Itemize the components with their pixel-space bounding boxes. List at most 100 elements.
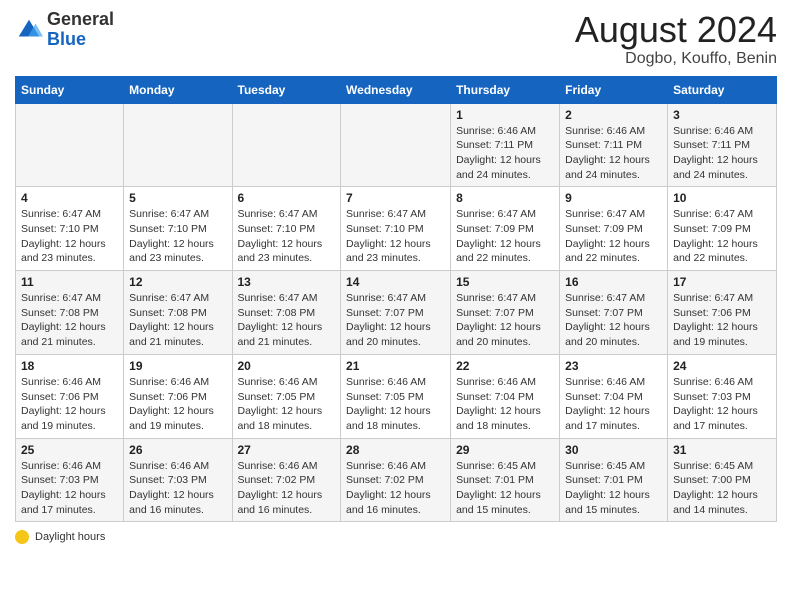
calendar-cell: 6Sunrise: 6:47 AM Sunset: 7:10 PM Daylig… <box>232 187 341 271</box>
calendar-cell <box>16 103 124 187</box>
day-detail: Sunrise: 6:47 AM Sunset: 7:09 PM Dayligh… <box>456 207 554 266</box>
day-number: 17 <box>673 275 771 289</box>
day-number: 24 <box>673 359 771 373</box>
calendar-week-row: 11 Sunrise: 6:47 AM Sunset: 7:08 PM Dayli… <box>16 271 777 355</box>
calendar-cell <box>124 103 232 187</box>
day-number: 4 <box>21 191 118 205</box>
day-detail: Sunrise: 6:46 AM Sunset: 7:03 PM Dayligh… <box>673 375 771 434</box>
day-number: 23 <box>565 359 662 373</box>
day-detail: Sunrise: 6:47 AM Sunset: 7:10 PM Dayligh… <box>129 207 226 266</box>
title-block: August 2024 Dogbo, Kouffo, Benin <box>575 10 777 68</box>
day-number: 28 <box>346 443 445 457</box>
column-header-sunday: Sunday <box>16 76 124 103</box>
calendar-cell: 17Sunrise: 6:47 AM Sunset: 7:06 PM Dayli… <box>668 271 777 355</box>
day-detail: Sunrise: 6:46 AM Sunset: 7:06 PM Dayligh… <box>129 375 226 434</box>
month-year-title: August 2024 <box>575 10 777 50</box>
day-detail: Sunrise: 6:47 AM Sunset: 7:09 PM Dayligh… <box>565 207 662 266</box>
day-number: 3 <box>673 108 771 122</box>
day-number: 22 <box>456 359 554 373</box>
calendar-cell: 23Sunrise: 6:46 AM Sunset: 7:04 PM Dayli… <box>560 354 668 438</box>
calendar-cell: 25 Sunrise: 6:46 AM Sunset: 7:03 PM Dayli… <box>16 438 124 522</box>
calendar-cell: 12Sunrise: 6:47 AM Sunset: 7:08 PM Dayli… <box>124 271 232 355</box>
calendar-cell: 9 Sunrise: 6:47 AM Sunset: 7:09 PM Daylig… <box>560 187 668 271</box>
day-number: 19 <box>129 359 226 373</box>
calendar-cell: 13 Sunrise: 6:47 AM Sunset: 7:08 PM Dayli… <box>232 271 341 355</box>
calendar-cell: 5Sunrise: 6:47 AM Sunset: 7:10 PM Daylig… <box>124 187 232 271</box>
day-detail: Sunrise: 6:47 AM Sunset: 7:08 PM Dayligh… <box>238 291 336 350</box>
day-detail: Sunrise: 6:47 AM Sunset: 7:07 PM Dayligh… <box>346 291 445 350</box>
legend: Daylight hours <box>15 530 777 544</box>
day-number: 21 <box>346 359 445 373</box>
day-number: 2 <box>565 108 662 122</box>
day-detail: Sunrise: 6:45 AM Sunset: 7:01 PM Dayligh… <box>456 459 554 518</box>
calendar-cell: 3 Sunrise: 6:46 AM Sunset: 7:11 PM Daylig… <box>668 103 777 187</box>
day-detail: Sunrise: 6:46 AM Sunset: 7:06 PM Dayligh… <box>21 375 118 434</box>
calendar-cell: 10 Sunrise: 6:47 AM Sunset: 7:09 PM Dayli… <box>668 187 777 271</box>
day-number: 20 <box>238 359 336 373</box>
day-number: 25 <box>21 443 118 457</box>
day-number: 15 <box>456 275 554 289</box>
day-number: 18 <box>21 359 118 373</box>
column-header-monday: Monday <box>124 76 232 103</box>
day-detail: Sunrise: 6:47 AM Sunset: 7:10 PM Dayligh… <box>238 207 336 266</box>
calendar-cell: 29 Sunrise: 6:45 AM Sunset: 7:01 PM Dayli… <box>451 438 560 522</box>
calendar-cell: 22 Sunrise: 6:46 AM Sunset: 7:04 PM Dayli… <box>451 354 560 438</box>
calendar-cell: 1 Sunrise: 6:46 AM Sunset: 7:11 PM Daylig… <box>451 103 560 187</box>
calendar-cell: 31 Sunrise: 6:45 AM Sunset: 7:00 PM Dayli… <box>668 438 777 522</box>
day-number: 13 <box>238 275 336 289</box>
day-number: 8 <box>456 191 554 205</box>
calendar-table: SundayMondayTuesdayWednesdayThursdayFrid… <box>15 76 777 523</box>
calendar-week-row: 25 Sunrise: 6:46 AM Sunset: 7:03 PM Dayli… <box>16 438 777 522</box>
calendar-cell: 24 Sunrise: 6:46 AM Sunset: 7:03 PM Dayli… <box>668 354 777 438</box>
calendar-cell: 4 Sunrise: 6:47 AM Sunset: 7:10 PM Daylig… <box>16 187 124 271</box>
sun-icon <box>15 530 29 544</box>
location-subtitle: Dogbo, Kouffo, Benin <box>575 50 777 68</box>
day-number: 31 <box>673 443 771 457</box>
calendar-cell <box>341 103 451 187</box>
calendar-cell: 14 Sunrise: 6:47 AM Sunset: 7:07 PM Dayli… <box>341 271 451 355</box>
day-number: 11 <box>21 275 118 289</box>
logo: General Blue <box>15 10 114 50</box>
day-detail: Sunrise: 6:46 AM Sunset: 7:04 PM Dayligh… <box>456 375 554 434</box>
day-detail: Sunrise: 6:46 AM Sunset: 7:05 PM Dayligh… <box>238 375 336 434</box>
day-number: 10 <box>673 191 771 205</box>
day-detail: Sunrise: 6:47 AM Sunset: 7:07 PM Dayligh… <box>565 291 662 350</box>
page-header: General Blue August 2024 Dogbo, Kouffo, … <box>15 10 777 68</box>
day-detail: Sunrise: 6:46 AM Sunset: 7:11 PM Dayligh… <box>565 124 662 183</box>
day-number: 30 <box>565 443 662 457</box>
column-header-tuesday: Tuesday <box>232 76 341 103</box>
day-detail: Sunrise: 6:47 AM Sunset: 7:09 PM Dayligh… <box>673 207 771 266</box>
logo-icon <box>15 16 43 44</box>
calendar-cell: 26Sunrise: 6:46 AM Sunset: 7:03 PM Dayli… <box>124 438 232 522</box>
day-detail: Sunrise: 6:46 AM Sunset: 7:02 PM Dayligh… <box>238 459 336 518</box>
day-number: 14 <box>346 275 445 289</box>
day-detail: Sunrise: 6:46 AM Sunset: 7:05 PM Dayligh… <box>346 375 445 434</box>
calendar-cell: 21 Sunrise: 6:46 AM Sunset: 7:05 PM Dayli… <box>341 354 451 438</box>
day-detail: Sunrise: 6:46 AM Sunset: 7:02 PM Dayligh… <box>346 459 445 518</box>
day-detail: Sunrise: 6:47 AM Sunset: 7:10 PM Dayligh… <box>346 207 445 266</box>
column-header-saturday: Saturday <box>668 76 777 103</box>
day-number: 7 <box>346 191 445 205</box>
calendar-cell: 27Sunrise: 6:46 AM Sunset: 7:02 PM Dayli… <box>232 438 341 522</box>
day-number: 29 <box>456 443 554 457</box>
day-number: 1 <box>456 108 554 122</box>
day-detail: Sunrise: 6:46 AM Sunset: 7:11 PM Dayligh… <box>456 124 554 183</box>
day-detail: Sunrise: 6:45 AM Sunset: 7:00 PM Dayligh… <box>673 459 771 518</box>
calendar-header-row: SundayMondayTuesdayWednesdayThursdayFrid… <box>16 76 777 103</box>
day-detail: Sunrise: 6:46 AM Sunset: 7:11 PM Dayligh… <box>673 124 771 183</box>
day-number: 9 <box>565 191 662 205</box>
day-detail: Sunrise: 6:46 AM Sunset: 7:03 PM Dayligh… <box>129 459 226 518</box>
day-detail: Sunrise: 6:46 AM Sunset: 7:03 PM Dayligh… <box>21 459 118 518</box>
calendar-week-row: 18 Sunrise: 6:46 AM Sunset: 7:06 PM Dayli… <box>16 354 777 438</box>
day-detail: Sunrise: 6:47 AM Sunset: 7:10 PM Dayligh… <box>21 207 118 266</box>
calendar-cell: 2 Sunrise: 6:46 AM Sunset: 7:11 PM Daylig… <box>560 103 668 187</box>
day-detail: Sunrise: 6:47 AM Sunset: 7:07 PM Dayligh… <box>456 291 554 350</box>
calendar-week-row: 4 Sunrise: 6:47 AM Sunset: 7:10 PM Daylig… <box>16 187 777 271</box>
calendar-cell: 11 Sunrise: 6:47 AM Sunset: 7:08 PM Dayli… <box>16 271 124 355</box>
column-header-friday: Friday <box>560 76 668 103</box>
day-number: 12 <box>129 275 226 289</box>
day-detail: Sunrise: 6:47 AM Sunset: 7:08 PM Dayligh… <box>21 291 118 350</box>
column-header-thursday: Thursday <box>451 76 560 103</box>
logo-text: General Blue <box>47 10 114 50</box>
daylight-label: Daylight hours <box>35 531 105 543</box>
